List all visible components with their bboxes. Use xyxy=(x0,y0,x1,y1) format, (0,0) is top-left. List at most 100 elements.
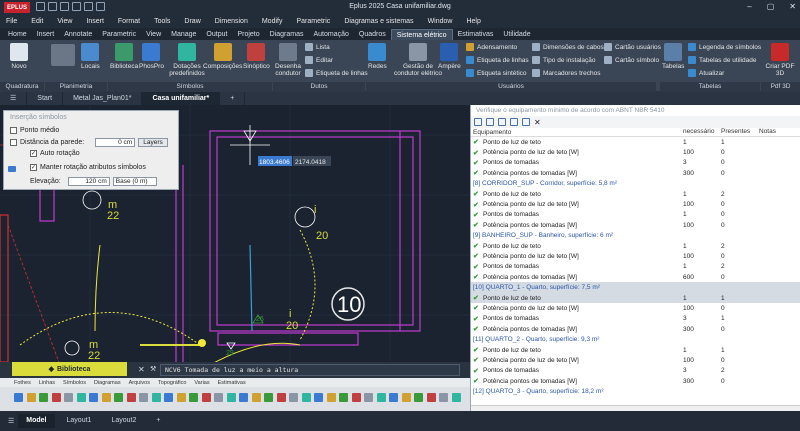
tab-output[interactable]: Output xyxy=(201,29,232,40)
tab-quadros[interactable]: Quadros xyxy=(354,29,391,40)
tool-icon[interactable] xyxy=(201,393,211,402)
adensamento-button[interactable]: Adensamento xyxy=(466,43,517,51)
distancia-input[interactable]: 0 cm xyxy=(95,138,136,147)
menu-modify[interactable]: Modify xyxy=(262,18,283,25)
tool-icon[interactable] xyxy=(414,393,423,402)
copy-icon[interactable] xyxy=(486,118,494,126)
menu-insert[interactable]: Insert xyxy=(86,18,104,25)
close-command-icon[interactable]: ✕ xyxy=(138,365,145,374)
room-section-row[interactable]: [12] QUARTO_3 - Quarto, superfície: 18,2… xyxy=(471,386,800,396)
desenha-condutor-button[interactable]: Desenha condutor xyxy=(273,43,303,77)
tab-diagramas[interactable]: Diagramas xyxy=(265,29,309,40)
room-section-row[interactable]: [8] CORRIDOR_SUP - Corridor, superfície:… xyxy=(471,179,800,189)
tab-home[interactable]: Home xyxy=(3,29,32,40)
menu-dimension[interactable]: Dimension xyxy=(215,18,248,25)
table-row[interactable]: ✔ Pontos de tomadas 1 2 xyxy=(471,262,800,272)
base-select[interactable]: Base (0 m) xyxy=(112,177,157,186)
pin-icon[interactable] xyxy=(8,166,16,172)
dimensoes-cabos-button[interactable]: Dimensões de cabos xyxy=(532,43,604,51)
tool-icon[interactable] xyxy=(251,393,261,402)
legenda-simbolos-button[interactable]: Legenda de símbolos xyxy=(688,43,761,51)
bottom-tab-4[interactable]: Arquivos xyxy=(129,380,150,386)
table-row[interactable]: ✔ Ponto de luz de teto 1 1 xyxy=(471,137,800,147)
tipo-instalacao-button[interactable]: Tipo de instalação xyxy=(532,56,596,64)
table-row[interactable]: ✔ Pontos de tomadas 3 2 xyxy=(471,366,800,376)
planimetria-icon[interactable] xyxy=(51,44,75,66)
tool-icon[interactable] xyxy=(326,393,336,402)
tool-icon[interactable] xyxy=(389,393,398,402)
table-row[interactable]: ✔ Potência pontos de tomadas [W] 100 0 xyxy=(471,220,800,230)
tab-automação[interactable]: Automação xyxy=(308,29,353,40)
tool-icon[interactable] xyxy=(276,393,286,402)
table-row[interactable]: ✔ Ponto de luz de teto 1 2 xyxy=(471,189,800,199)
menu-tools[interactable]: Tools xyxy=(154,18,170,25)
cartao-simbolo-button[interactable]: Cartão símbolo xyxy=(604,56,659,64)
tool-icon[interactable] xyxy=(26,393,36,402)
minimize-button[interactable]: – xyxy=(747,2,751,11)
phospro-button[interactable]: PhosPro xyxy=(139,43,164,70)
distancia-checkbox[interactable] xyxy=(10,139,17,146)
etiqueta-linhas-button[interactable]: Etiqueta de linhas xyxy=(305,69,368,77)
table-row[interactable]: ✔ Potência pontos de tomadas [W] 300 0 xyxy=(471,324,800,334)
novo-button[interactable]: Novo xyxy=(10,43,28,70)
table-row[interactable]: ✔ Potência pontos de tomadas [W] 300 0 xyxy=(471,376,800,386)
bottom-tab-5[interactable]: Topográfico xyxy=(158,380,186,386)
biblioteca-button[interactable]: ◆ Biblioteca xyxy=(12,362,127,376)
layout-menu-icon[interactable]: ☰ xyxy=(8,417,14,425)
tab-estimativas[interactable]: Estimativas xyxy=(453,29,499,40)
auto-rotacao-row[interactable]: ✓ Auto rotação xyxy=(30,150,80,157)
tool-icon[interactable] xyxy=(64,393,73,402)
menu-view[interactable]: View xyxy=(57,18,72,25)
tab-projeto[interactable]: Projeto xyxy=(232,29,264,40)
editar-button[interactable]: Editar xyxy=(305,56,333,64)
tool-icon[interactable] xyxy=(376,393,386,402)
sinoptico-button[interactable]: Sinóptico xyxy=(243,43,270,70)
maximize-button[interactable]: ▢ xyxy=(767,2,775,11)
close-icon[interactable]: ✕ xyxy=(534,118,541,127)
ponto-medio-checkbox[interactable] xyxy=(10,127,17,134)
menu-format[interactable]: Format xyxy=(118,18,140,25)
marcadores-trechos-button[interactable]: Marcadores trechos xyxy=(532,69,600,77)
refresh-icon[interactable] xyxy=(474,118,482,126)
tool-icon[interactable] xyxy=(301,393,311,402)
tool-icon[interactable] xyxy=(126,393,136,402)
table-row[interactable]: ✔ Ponto de luz de teto 1 1 xyxy=(471,292,800,304)
doc-tab-1[interactable]: Metal Jas_Plan01* xyxy=(63,92,143,105)
menu-help[interactable]: Help xyxy=(466,18,480,25)
tab-parametric[interactable]: Parametric xyxy=(97,29,141,40)
tool-icon[interactable] xyxy=(401,393,411,402)
bottom-tab-7[interactable]: Estimativas xyxy=(218,380,246,386)
tab-insert[interactable]: Insert xyxy=(32,29,60,40)
doc-tab-2[interactable]: Casa unifamiliar* xyxy=(142,92,221,105)
table-row[interactable]: ✔ Potência ponto de luz de teto [W] 100 0 xyxy=(471,303,800,313)
tool-icon[interactable] xyxy=(339,393,348,402)
menu-file[interactable]: File xyxy=(6,18,17,25)
auto-rotacao-checkbox[interactable]: ✓ xyxy=(30,150,37,157)
tool-icon[interactable] xyxy=(239,393,248,402)
export-icon[interactable] xyxy=(498,118,506,126)
tool-icon[interactable] xyxy=(89,393,98,402)
locais-button[interactable]: Locais xyxy=(81,43,100,70)
tool-icon[interactable] xyxy=(51,393,61,402)
bottom-tab-6[interactable]: Varias xyxy=(194,380,209,386)
redes-button[interactable]: Redes xyxy=(368,43,387,70)
tool-icon[interactable] xyxy=(101,393,111,402)
bottom-tab-1[interactable]: Linhas xyxy=(39,380,55,386)
tool-icon[interactable] xyxy=(226,393,236,402)
dotacoes-button[interactable]: Dotações predefinidos xyxy=(168,43,206,77)
layout-tab-3[interactable]: + xyxy=(148,414,168,428)
gestao-condutor-button[interactable]: Gestão de condutor elétrico xyxy=(392,43,444,77)
table-row[interactable]: ✔ Potência pontos de tomadas [W] 300 0 xyxy=(471,168,800,178)
manter-rotacao-checkbox[interactable]: ✓ xyxy=(30,164,37,171)
tool-icon[interactable] xyxy=(189,393,198,402)
menu-draw[interactable]: Draw xyxy=(184,18,200,25)
table-row[interactable]: ✔ Ponto de luz de teto 1 2 xyxy=(471,241,800,251)
tool-icon[interactable] xyxy=(364,393,373,402)
room-section-row[interactable]: [9] BANHEIRO_SUP - Banheiro, superfície:… xyxy=(471,231,800,241)
table-row[interactable]: ✔ Potência ponto de luz de teto [W] 100 0 xyxy=(471,199,800,209)
layers-button[interactable]: Layers xyxy=(138,138,168,147)
tool-icon[interactable] xyxy=(214,393,223,402)
tool-icon[interactable] xyxy=(151,393,161,402)
tool-icon[interactable] xyxy=(14,393,23,402)
menu-parametric[interactable]: Parametric xyxy=(296,18,330,25)
